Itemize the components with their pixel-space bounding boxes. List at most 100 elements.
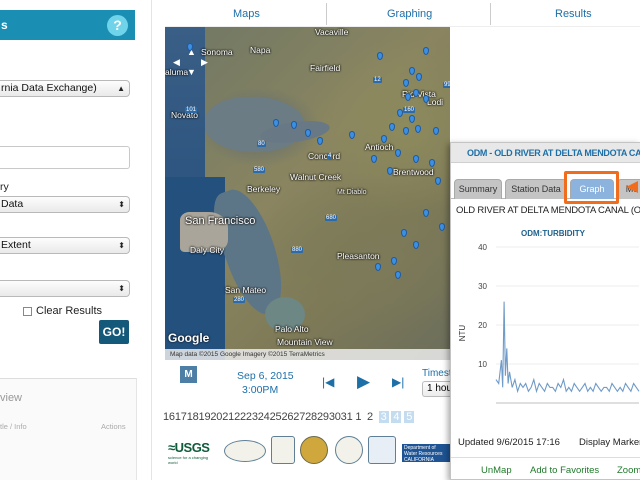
station-marker[interactable]	[395, 149, 401, 157]
station-marker[interactable]	[413, 241, 419, 249]
unmap-link[interactable]: UnMap	[481, 465, 512, 476]
data-type-select[interactable]: Data ⬍	[0, 196, 130, 213]
day-item[interactable]: 17	[175, 411, 187, 423]
map-label-san-mateo: San Mateo	[225, 285, 267, 295]
day-item[interactable]: 31	[341, 411, 353, 423]
station-marker[interactable]	[317, 137, 323, 145]
day-item[interactable]: 19	[199, 411, 211, 423]
day-item[interactable]: 30	[329, 411, 341, 423]
tab-maps[interactable]: Maps	[233, 8, 260, 20]
y-tick-label: 40	[478, 243, 487, 252]
day-item-selected[interactable]: 4	[391, 411, 402, 423]
turbidity-chart: 10203040NTU4. Sep6. Sep	[458, 243, 640, 404]
results-col-actions: Actions	[101, 422, 126, 431]
day-item[interactable]: 20	[210, 411, 222, 423]
extent-select[interactable]: Extent ⬍	[0, 237, 130, 254]
day-item[interactable]: 23	[246, 411, 258, 423]
turbidity-series-line	[495, 301, 640, 394]
day-item[interactable]: 22	[234, 411, 246, 423]
highway-shield: 4	[327, 153, 333, 159]
day-item[interactable]: 1	[355, 411, 361, 423]
day-item[interactable]: 21	[222, 411, 234, 423]
day-item[interactable]: 2	[367, 411, 373, 423]
day-item[interactable]: 26	[281, 411, 293, 423]
station-marker[interactable]	[429, 159, 435, 167]
station-marker[interactable]	[439, 223, 445, 231]
pan-down-icon[interactable]: ▼	[187, 67, 196, 77]
day-timeline: 16171819202122232425262728293031 1 2 3 4…	[163, 411, 415, 423]
station-marker[interactable]	[416, 73, 422, 81]
day-item[interactable]: 18	[187, 411, 199, 423]
play-icon[interactable]: ▶	[357, 372, 370, 392]
day-item-selected[interactable]: 5	[404, 411, 415, 423]
go-button[interactable]: GO!	[99, 320, 129, 344]
day-item[interactable]: 16	[163, 411, 175, 423]
pointer-arrow-icon	[626, 181, 638, 193]
add-to-favorites-link[interactable]: Add to Favorites	[530, 465, 599, 476]
agency-seal-logo	[335, 436, 363, 464]
day-item[interactable]: 27	[293, 411, 305, 423]
tab-graphing[interactable]: Graphing	[387, 8, 432, 20]
station-marker[interactable]	[433, 127, 439, 135]
station-marker[interactable]	[423, 47, 429, 55]
station-marker[interactable]	[409, 115, 415, 123]
skip-forward-icon[interactable]: ▶|	[392, 375, 404, 389]
station-marker[interactable]	[349, 131, 355, 139]
station-marker[interactable]	[377, 52, 383, 60]
station-marker[interactable]	[409, 67, 415, 75]
station-marker[interactable]	[395, 271, 401, 279]
station-marker[interactable]	[375, 263, 381, 271]
station-marker[interactable]	[413, 155, 419, 163]
usgs-logo-tagline: science for a changing world	[168, 455, 209, 465]
map-label-pleasanton: Pleasanton	[337, 251, 380, 261]
day-item-selected[interactable]: 3	[378, 411, 389, 423]
station-marker[interactable]	[403, 79, 409, 87]
timestep-select[interactable]: 1 hour	[422, 381, 452, 397]
station-marker[interactable]	[403, 127, 409, 135]
data-source-value: rnia Data Exchange)	[1, 82, 97, 94]
day-item[interactable]: 25	[270, 411, 282, 423]
map-label-vacaville: Vacaville	[315, 27, 349, 37]
map-view[interactable]: ▲ ◀ ▶ ▼ Sonoma Napa Vacaville aluma Fair…	[165, 27, 450, 360]
station-marker[interactable]	[371, 155, 377, 163]
highway-shield: 280	[233, 297, 246, 303]
station-marker[interactable]	[389, 123, 395, 131]
tab-station-data[interactable]: Station Data	[505, 179, 567, 199]
highway-shield: 580	[253, 167, 266, 173]
clear-results-checkbox[interactable]	[23, 307, 32, 316]
empty-select[interactable]: ⬍	[0, 280, 130, 297]
map-label-antioch: Antioch	[365, 142, 394, 152]
data-source-select[interactable]: rnia Data Exchange) ▲	[0, 80, 130, 97]
select-arrows-icon: ⬍	[118, 200, 125, 209]
tab-summary[interactable]: Summary	[454, 179, 502, 199]
updated-timestamp: Updated 9/6/2015 17:16	[458, 437, 560, 448]
search-input[interactable]	[0, 146, 130, 169]
station-marker[interactable]	[435, 177, 441, 185]
data-type-value: Data	[1, 198, 24, 210]
help-button[interactable]: ?	[107, 15, 128, 36]
zoom-link[interactable]: Zoom	[617, 465, 640, 476]
station-marker[interactable]	[391, 257, 397, 265]
station-marker[interactable]	[397, 109, 403, 117]
highway-shield: 12	[373, 77, 382, 83]
station-marker[interactable]	[415, 125, 421, 133]
day-item[interactable]: 29	[317, 411, 329, 423]
select-arrows-icon: ⬍	[118, 241, 125, 250]
tab-results[interactable]: Results	[555, 8, 592, 20]
skip-back-icon[interactable]: |◀	[322, 375, 334, 389]
clear-results-label: Clear Results	[36, 305, 103, 317]
state-seal-logo	[300, 436, 328, 464]
station-marker[interactable]	[401, 229, 407, 237]
map-mode-button[interactable]: M	[180, 366, 197, 383]
y-tick-label: 10	[478, 360, 487, 369]
day-item[interactable]: 24	[258, 411, 270, 423]
station-marker[interactable]	[423, 209, 429, 217]
day-item[interactable]: 28	[305, 411, 317, 423]
station-popup: ODM - OLD RIVER AT DELTA MENDOTA CA Summ…	[450, 142, 640, 480]
highway-shield: 880	[291, 247, 304, 253]
map-label-sonoma: Sonoma	[201, 47, 233, 57]
station-marker[interactable]	[405, 93, 411, 101]
popup-title-bar[interactable]: ODM - OLD RIVER AT DELTA MENDOTA CA	[451, 143, 640, 163]
pan-right-icon[interactable]: ▶	[201, 57, 208, 68]
graph-tab-highlight	[564, 171, 619, 204]
